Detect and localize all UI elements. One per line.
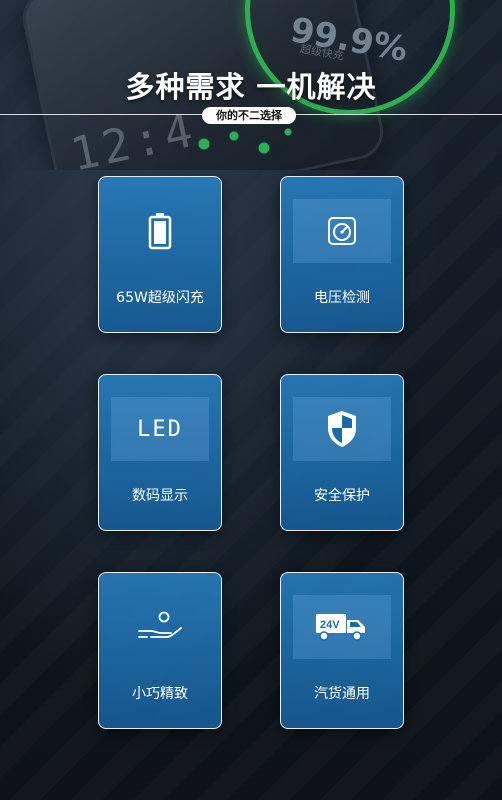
feature-card-voltage[interactable]: 电压检测 (280, 176, 404, 333)
feature-card-compact[interactable]: 小巧精致 (98, 572, 222, 729)
tagline-badge: 你的不二选择 (202, 107, 296, 124)
led-icon-text: LED (137, 416, 183, 442)
feature-label: 数码显示 (132, 488, 188, 504)
truck-icon-text: 24V (320, 619, 340, 631)
feature-label: 65W超级闪充 (116, 290, 204, 306)
hand-holding-icon (111, 595, 209, 659)
truck-icon: 24V (293, 595, 391, 659)
page-title: 多种需求 一机解决 (125, 70, 377, 104)
feature-card-safety[interactable]: 安全保护 (280, 374, 404, 531)
feature-card-digital-display[interactable]: LED 数码显示 (98, 374, 222, 531)
battery-icon (111, 199, 209, 263)
feature-label: 小巧精致 (132, 686, 188, 702)
feature-label: 安全保护 (314, 488, 370, 504)
shield-icon (293, 397, 391, 461)
led-display-icon: LED (111, 397, 209, 461)
feature-card-fast-charge[interactable]: 65W超级闪充 (98, 176, 222, 333)
feature-label: 电压检测 (314, 290, 370, 306)
voltmeter-icon (293, 199, 391, 263)
charge-indicator-dots (180, 120, 300, 160)
feature-label: 汽货通用 (314, 686, 370, 702)
feature-card-vehicle[interactable]: 24V 汽货通用 (280, 572, 404, 729)
